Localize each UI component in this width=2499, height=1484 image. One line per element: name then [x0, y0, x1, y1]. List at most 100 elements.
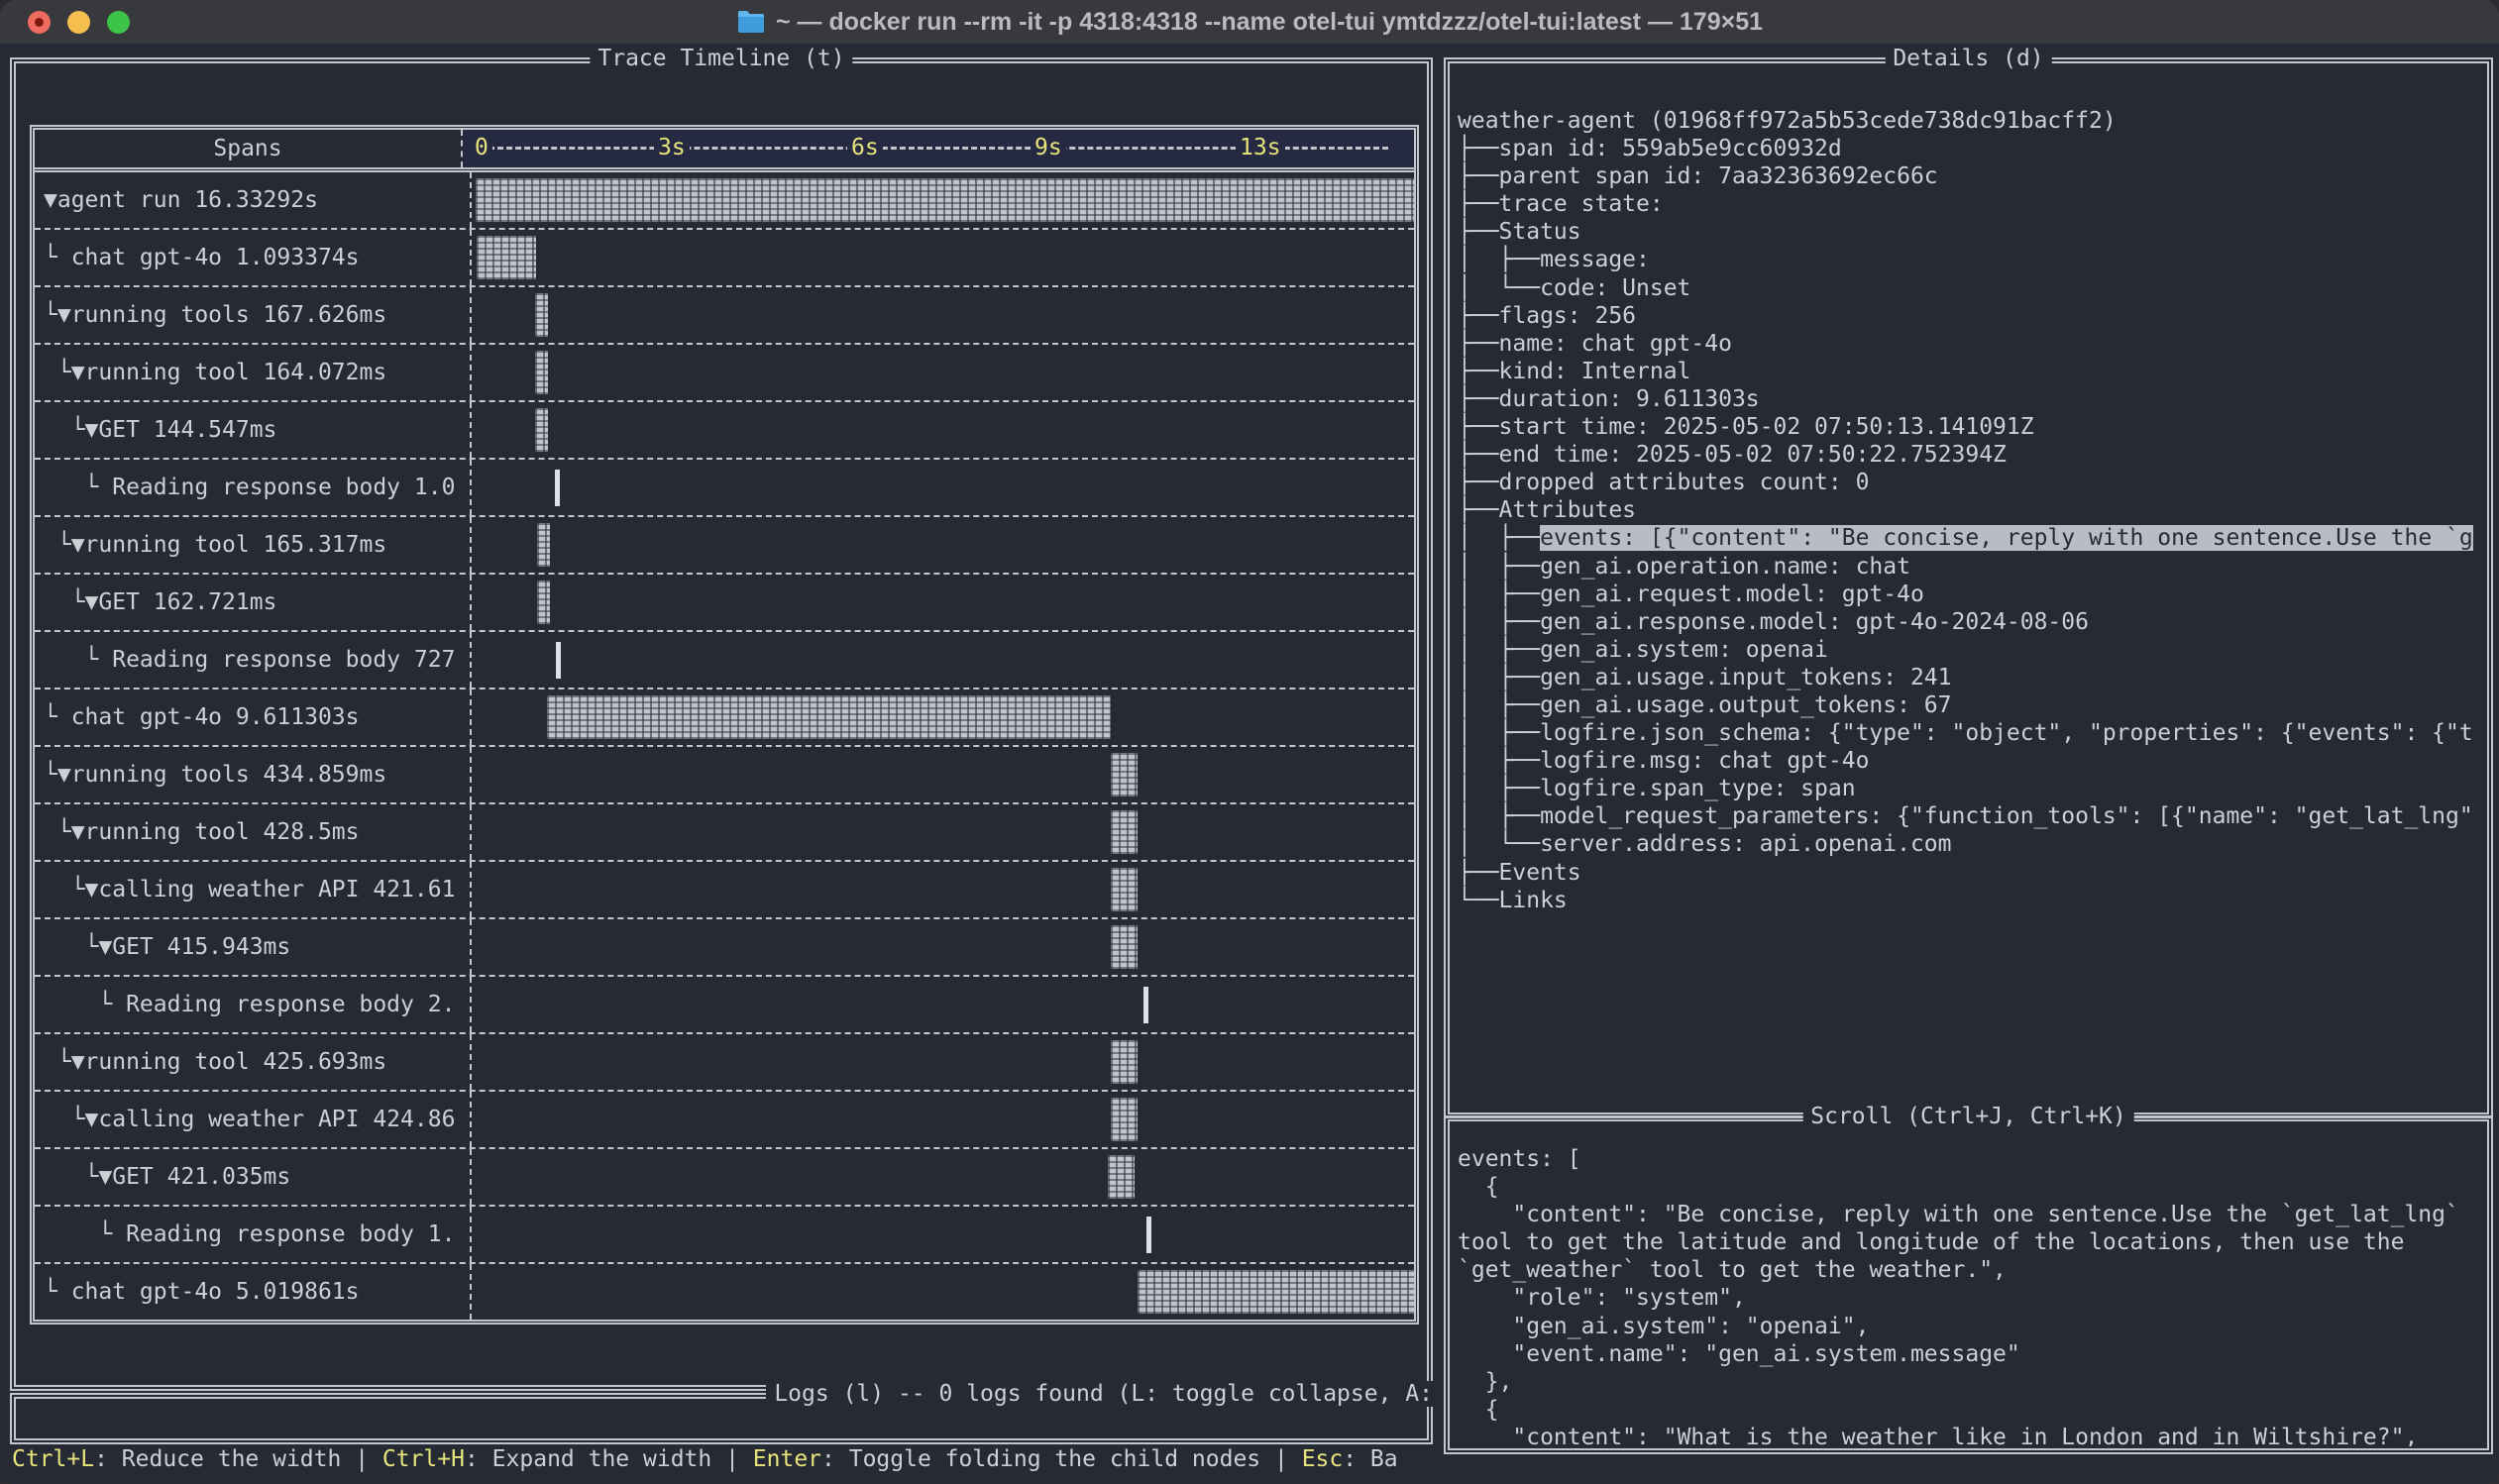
zoom-button[interactable]	[107, 11, 130, 34]
details-line[interactable]: │ ├──gen_ai.usage.input_tokens: 241	[1458, 664, 2483, 691]
details-line[interactable]: ├──dropped attributes count: 0	[1458, 469, 2483, 496]
details-line[interactable]: │ ├──events: [{"content": "Be concise, r…	[1458, 524, 2483, 552]
logs-panel[interactable]: Logs (l) -- 0 logs found (L: toggle coll…	[10, 1393, 1433, 1444]
span-bar-cell	[472, 402, 1414, 458]
timeline-row[interactable]: └▼running tool 165.317ms	[35, 515, 1414, 573]
details-line[interactable]: ├──parent span id: 7aa32363692ec66c	[1458, 162, 2483, 190]
details-line[interactable]: │ ├──logfire.span_type: span	[1458, 775, 2483, 802]
span-duration-bar	[555, 470, 560, 506]
timeline-row[interactable]: └ chat gpt-4o 1.093374s	[35, 228, 1414, 285]
details-line[interactable]: │ ├──gen_ai.operation.name: chat	[1458, 553, 2483, 581]
scroll-content: events: [ { "content": "Be concise, repl…	[1458, 1145, 2483, 1446]
status-bar: Ctrl+L: Reduce the width | Ctrl+H: Expan…	[12, 1446, 1398, 1472]
details-line[interactable]: │ ├──gen_ai.usage.output_tokens: 67	[1458, 691, 2483, 719]
span-duration-bar	[1111, 868, 1138, 911]
span-label: └ chat gpt-4o 1.093374s	[35, 230, 472, 285]
scroll-line: tool to get the latitude and longitude o…	[1458, 1228, 2483, 1256]
timeline-row[interactable]: └▼running tools 434.859ms	[35, 745, 1414, 802]
span-duration-bar	[1138, 1270, 1414, 1314]
timeline-row[interactable]: └▼calling weather API 424.86	[35, 1090, 1414, 1147]
details-line[interactable]: │ ├──gen_ai.system: openai	[1458, 636, 2483, 664]
details-line[interactable]: ├──Attributes	[1458, 496, 2483, 524]
details-line[interactable]: ├──Events	[1458, 859, 2483, 887]
spans-rows: ▼agent run 16.33292s└ chat gpt-4o 1.0933…	[35, 172, 1414, 1320]
timeline-row[interactable]: ▼agent run 16.33292s	[35, 172, 1414, 228]
details-line[interactable]: │ ├──logfire.json_schema: {"type": "obje…	[1458, 719, 2483, 747]
span-bar-cell	[472, 287, 1414, 343]
span-bar-cell	[472, 1149, 1414, 1205]
span-duration-bar	[1143, 987, 1148, 1023]
timeline-row[interactable]: └▼GET 415.943ms	[35, 917, 1414, 975]
timeline-row[interactable]: └▼running tool 164.072ms	[35, 343, 1414, 400]
axis-tick: 9s	[1031, 135, 1066, 160]
span-label: └ Reading response body 2.	[35, 977, 472, 1032]
timeline-row[interactable]: └▼GET 421.035ms	[35, 1147, 1414, 1205]
details-line[interactable]: ├──span id: 559ab5e9cc60932d	[1458, 135, 2483, 162]
details-line[interactable]: │ └──server.address: api.openai.com	[1458, 830, 2483, 858]
timeline-row[interactable]: └ Reading response body 2.	[35, 975, 1414, 1032]
status-key: Ctrl+H	[382, 1446, 465, 1472]
details-line[interactable]: │ ├──message:	[1458, 246, 2483, 273]
timeline-row[interactable]: └▼GET 162.721ms	[35, 573, 1414, 630]
details-line[interactable]: ├──trace state:	[1458, 190, 2483, 218]
timeline-row[interactable]: └ Reading response body 727	[35, 630, 1414, 688]
details-line[interactable]: ├──name: chat gpt-4o	[1458, 330, 2483, 358]
timeline-row[interactable]: └▼calling weather API 421.61	[35, 860, 1414, 917]
details-line[interactable]: ├──end time: 2025-05-02 07:50:22.752394Z	[1458, 441, 2483, 469]
span-bar-cell	[472, 747, 1414, 802]
details-line[interactable]: weather-agent (01968ff972a5b53cede738dc9…	[1458, 107, 2483, 135]
terminal-screen: Trace Timeline (t) Spans 03s6s9s13s ▼age…	[0, 44, 2499, 1484]
span-duration-bar	[1146, 1217, 1151, 1253]
details-line[interactable]: ├──flags: 256	[1458, 302, 2483, 330]
timeline-row[interactable]: └▼GET 144.547ms	[35, 400, 1414, 458]
details-line[interactable]: ├──kind: Internal	[1458, 358, 2483, 385]
details-line[interactable]: │ ├──gen_ai.request.model: gpt-4o	[1458, 581, 2483, 608]
span-bar-cell	[472, 172, 1414, 228]
span-label: └▼running tool 428.5ms	[35, 804, 472, 860]
timeline-row[interactable]: └ chat gpt-4o 5.019861s	[35, 1262, 1414, 1320]
span-bar-cell	[472, 862, 1414, 917]
details-line[interactable]: ├──start time: 2025-05-02 07:50:13.14109…	[1458, 413, 2483, 441]
span-duration-bar	[535, 408, 548, 452]
scroll-title: Scroll (Ctrl+J, Ctrl+K)	[1802, 1104, 2134, 1129]
logs-title: Logs (l) -- 0 logs found (L: toggle coll…	[766, 1381, 1433, 1407]
span-label: └▼running tool 425.693ms	[35, 1034, 472, 1090]
status-separator: |	[341, 1446, 382, 1472]
timeline-row[interactable]: └▼running tool 428.5ms	[35, 802, 1414, 860]
span-duration-bar	[476, 178, 1414, 222]
details-line[interactable]: ├──Status	[1458, 218, 2483, 246]
status-text: : Reduce the width	[94, 1446, 341, 1472]
minimize-button[interactable]	[67, 11, 90, 34]
span-label: └▼GET 162.721ms	[35, 575, 472, 630]
span-duration-bar	[537, 581, 550, 624]
timeline-row[interactable]: └ chat gpt-4o 9.611303s	[35, 688, 1414, 745]
timeline-row[interactable]: └ Reading response body 1.	[35, 1205, 1414, 1262]
timeline-row[interactable]: └▼running tool 425.693ms	[35, 1032, 1414, 1090]
window-title: ~ — docker run --rm -it -p 4318:4318 --n…	[736, 8, 1763, 37]
span-label: └▼GET 415.943ms	[35, 919, 472, 975]
details-line[interactable]: ├──duration: 9.611303s	[1458, 385, 2483, 413]
span-duration-bar	[1111, 810, 1138, 854]
timeline-row[interactable]: └ Reading response body 1.0	[35, 458, 1414, 515]
details-line[interactable]: │ └──code: Unset	[1458, 274, 2483, 302]
timeline-row[interactable]: └▼running tools 167.626ms	[35, 285, 1414, 343]
span-bar-cell	[472, 977, 1414, 1032]
details-line[interactable]: │ ├──gen_ai.response.model: gpt-4o-2024-…	[1458, 608, 2483, 636]
span-duration-bar	[535, 351, 548, 394]
selected-attribute[interactable]: events: [{"content": "Be concise, reply …	[1540, 525, 2473, 551]
span-label: └▼running tools 434.859ms	[35, 747, 472, 802]
span-label: └▼running tools 167.626ms	[35, 287, 472, 343]
scroll-panel[interactable]: Scroll (Ctrl+J, Ctrl+K) events: [ { "con…	[1444, 1115, 2493, 1454]
spans-table-header: Spans 03s6s9s13s	[35, 130, 1414, 172]
details-line[interactable]: │ ├──logfire.msg: chat gpt-4o	[1458, 747, 2483, 775]
span-label: └▼calling weather API 421.61	[35, 862, 472, 917]
details-line[interactable]: └──Links	[1458, 887, 2483, 914]
axis-tick: 6s	[847, 135, 883, 160]
span-bar-cell	[472, 1264, 1414, 1320]
details-tree[interactable]: weather-agent (01968ff972a5b53cede738dc9…	[1458, 107, 2483, 1109]
details-line[interactable]: │ ├──model_request_parameters: {"functio…	[1458, 802, 2483, 830]
span-bar-cell	[472, 1034, 1414, 1090]
span-duration-bar	[535, 293, 548, 337]
close-button[interactable]	[28, 11, 51, 34]
span-bar-cell	[472, 632, 1414, 688]
